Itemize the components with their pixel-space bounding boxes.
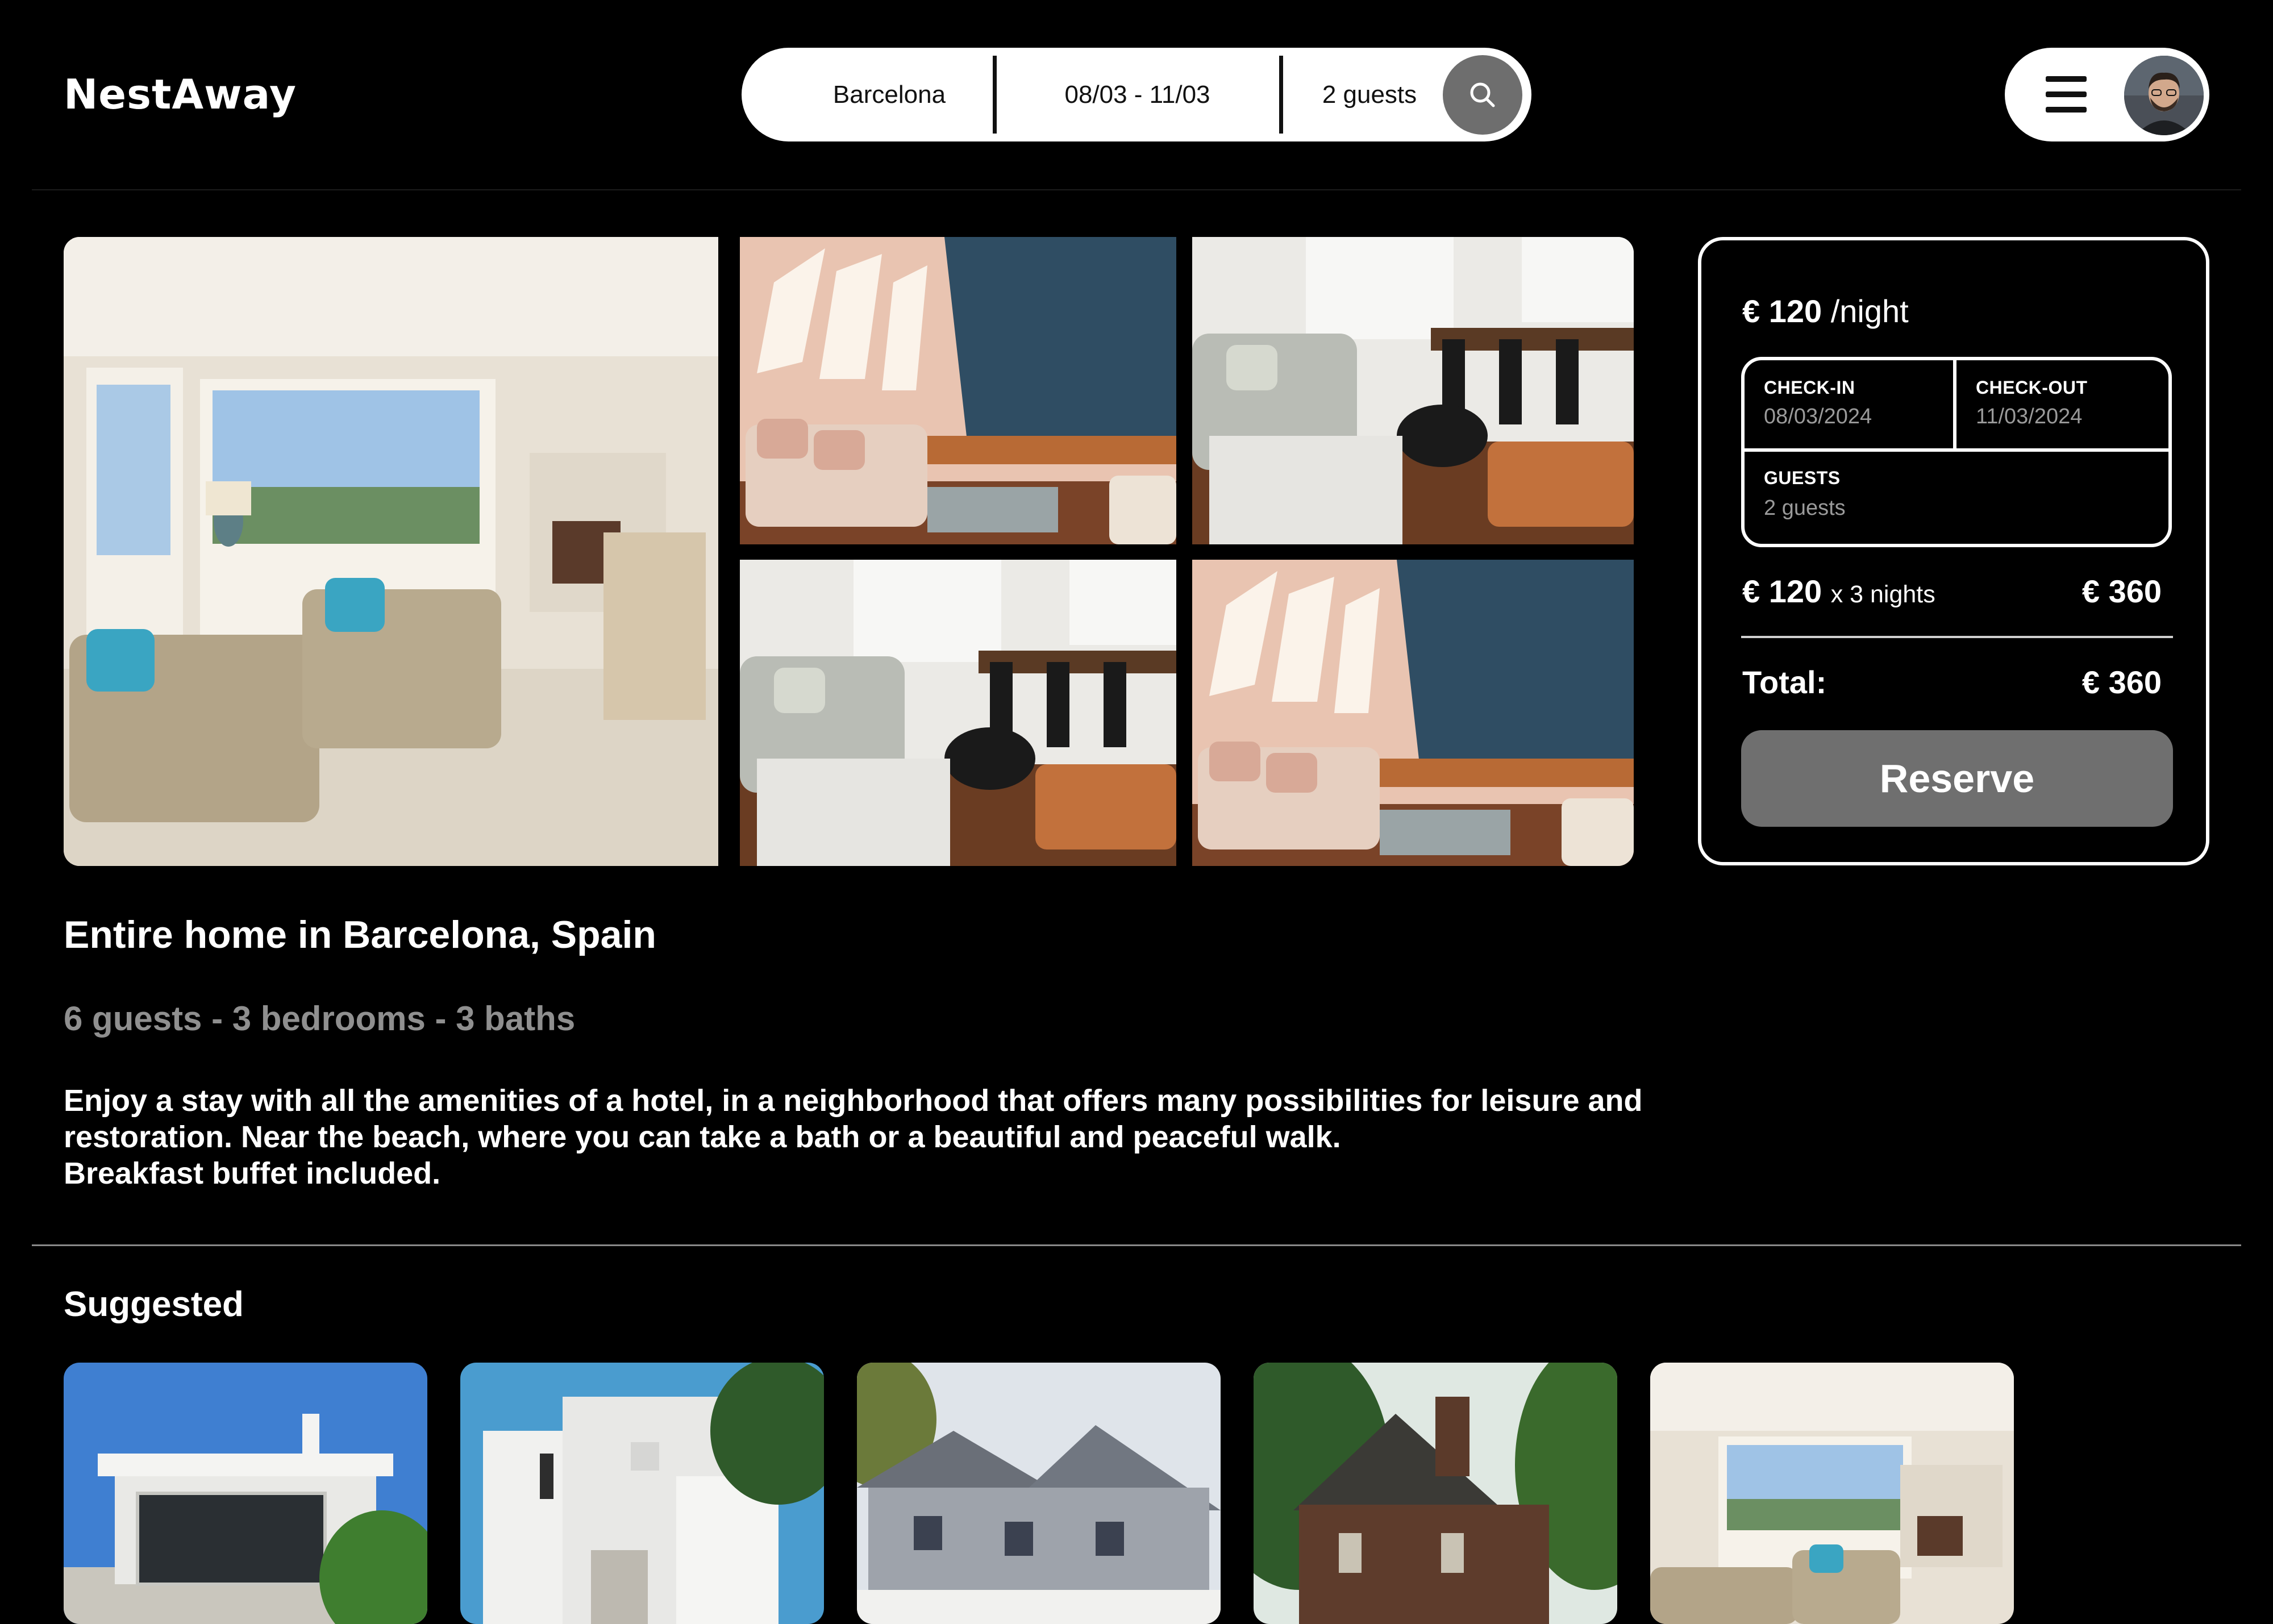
dates-guests-box: CHECK-IN 08/03/2024 CHECK-OUT 11/03/2024… bbox=[1741, 357, 2172, 547]
suggested-heading: Suggested bbox=[64, 1285, 244, 1324]
checkout-field[interactable]: CHECK-OUT 11/03/2024 bbox=[1956, 360, 2168, 452]
search-guests[interactable]: 2 guests bbox=[1284, 48, 1455, 141]
total-value: € 360 bbox=[2081, 664, 2162, 700]
photo-attic-lounge-2[interactable] bbox=[1192, 560, 1634, 866]
search-dates[interactable]: 08/03 - 11/03 bbox=[997, 48, 1278, 141]
listing-title: Entire home in Barcelona, Spain bbox=[64, 913, 656, 956]
photo-attic-lounge[interactable] bbox=[740, 237, 1176, 544]
avatar[interactable] bbox=[2124, 56, 2204, 135]
suggested-card-modern-villa[interactable] bbox=[64, 1363, 427, 1624]
search-icon bbox=[1470, 82, 1495, 107]
nightly-price: € 120 bbox=[1742, 573, 1822, 609]
price: € 120 bbox=[1742, 293, 1822, 329]
suggested-card-shingle-house[interactable] bbox=[857, 1363, 1221, 1624]
section-divider bbox=[32, 1244, 2241, 1246]
booking-card: € 120 /night CHECK-IN 08/03/2024 CHECK-O… bbox=[1698, 237, 2209, 865]
per-night-label: /night bbox=[1830, 293, 1909, 329]
listing-specs: 6 guests - 3 bedrooms - 3 baths bbox=[64, 1000, 576, 1038]
suggested-card-white-house[interactable] bbox=[460, 1363, 824, 1624]
listing-description: Enjoy a stay with all the amenities of a… bbox=[64, 1082, 1712, 1192]
description-line: Enjoy a stay with all the amenities of a… bbox=[64, 1084, 1643, 1118]
total-label: Total: bbox=[1742, 664, 1827, 700]
suggested-card-brick-cottage[interactable] bbox=[1254, 1363, 1617, 1624]
guests-label: GUESTS bbox=[1764, 468, 1841, 488]
description-line: Breakfast buffet included. bbox=[64, 1156, 441, 1190]
nights-calculation: € 120 x 3 nights bbox=[1742, 573, 1935, 610]
search-divider bbox=[1279, 56, 1283, 134]
hamburger-menu-icon[interactable] bbox=[2046, 76, 2087, 113]
nights-count: x 3 nights bbox=[1830, 581, 1935, 608]
search-location[interactable]: Barcelona bbox=[776, 48, 1003, 141]
checkin-value: 08/03/2024 bbox=[1764, 405, 1872, 428]
subtotal-value: € 360 bbox=[2081, 573, 2162, 609]
checkout-label: CHECK-OUT bbox=[1976, 377, 2088, 398]
card-divider bbox=[1741, 636, 2173, 638]
search-divider bbox=[993, 56, 997, 134]
photo-dining-lounge-2[interactable] bbox=[740, 560, 1176, 866]
suggested-card-living-room[interactable] bbox=[1650, 1363, 2014, 1624]
checkout-value: 11/03/2024 bbox=[1976, 405, 2083, 428]
checkin-field[interactable]: CHECK-IN 08/03/2024 bbox=[1745, 360, 1956, 452]
logo[interactable]: NestAway bbox=[64, 70, 297, 118]
photo-dining-lounge[interactable] bbox=[1192, 237, 1634, 544]
nightly-rate: € 120 /night bbox=[1742, 293, 1909, 330]
description-line: restoration. Near the beach, where you c… bbox=[64, 1120, 1341, 1154]
guests-value: 2 guests bbox=[1764, 496, 1846, 520]
search-button[interactable] bbox=[1443, 55, 1522, 135]
reserve-button[interactable]: Reserve bbox=[1741, 730, 2173, 827]
checkin-label: CHECK-IN bbox=[1764, 377, 1855, 398]
guests-field[interactable]: GUESTS 2 guests bbox=[1745, 452, 2168, 544]
main-photo-living-room[interactable] bbox=[64, 237, 718, 866]
header-divider bbox=[32, 189, 2241, 190]
search-bar[interactable]: Barcelona 08/03 - 11/03 2 guests bbox=[742, 48, 1531, 141]
user-menu[interactable] bbox=[2005, 48, 2209, 141]
